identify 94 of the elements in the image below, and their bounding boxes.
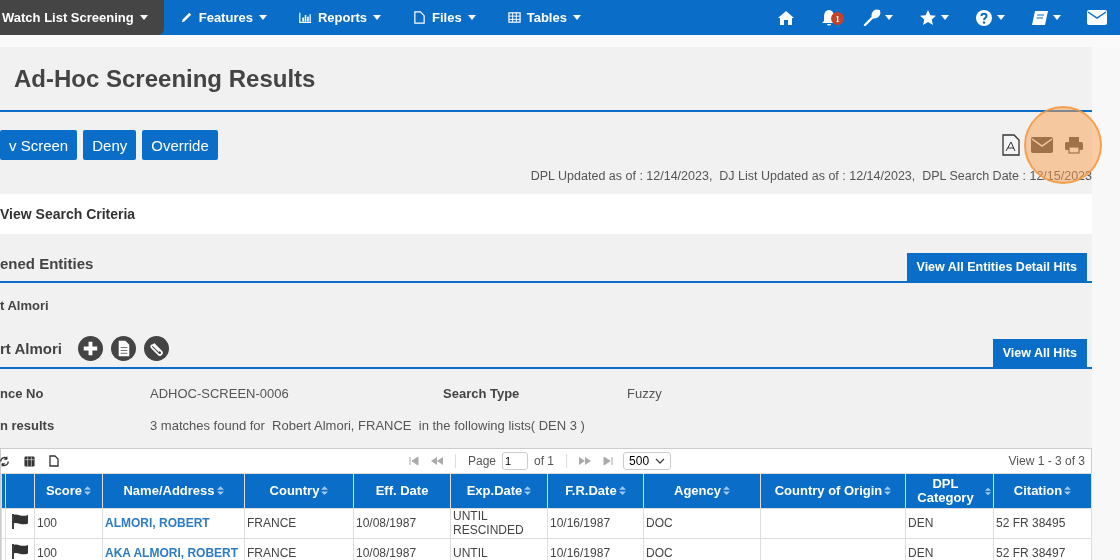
nav-menu[interactable]: Reports bbox=[282, 0, 398, 35]
entity-name: t Almori bbox=[0, 297, 50, 315]
page-input[interactable]: 1 bbox=[502, 452, 529, 470]
sort-icon bbox=[216, 486, 224, 496]
table-cell: 10/08/1987 bbox=[356, 515, 417, 530]
table-cell: DEN bbox=[908, 545, 934, 560]
section-title: ened Entities bbox=[0, 255, 94, 272]
search-criteria-panel[interactable]: View Search Criteria bbox=[0, 194, 1092, 234]
sort-icon bbox=[723, 486, 730, 496]
view-entities-hits-button[interactable]: View All Entities Detail Hits bbox=[906, 253, 1087, 281]
pencil-icon bbox=[179, 11, 193, 24]
nav-icon-button[interactable]: 1 bbox=[808, 0, 850, 35]
column-header[interactable]: DPL Category bbox=[905, 473, 994, 509]
table-cell: 52 FR 38495 bbox=[996, 515, 1066, 530]
caret-icon bbox=[885, 15, 893, 20]
page-size-select[interactable]: 500 bbox=[623, 452, 672, 470]
caret-icon bbox=[258, 15, 267, 20]
column-header[interactable]: Agency bbox=[643, 473, 761, 509]
field-value: Fuzzy bbox=[627, 385, 662, 401]
bar-chart-icon bbox=[298, 11, 312, 24]
field-label: n results bbox=[0, 417, 56, 433]
action-button[interactable]: Override bbox=[142, 130, 218, 160]
table-cell: UNTIL RESCINDED bbox=[453, 509, 524, 537]
column-header[interactable]: F.R.Date bbox=[547, 473, 644, 509]
field-value: 3 matches found for Robert Almori, FRANCE in the following lists( DEN 3 ) bbox=[150, 417, 585, 433]
nav-menu[interactable]: Watch List Screening bbox=[0, 0, 164, 35]
help-icon bbox=[975, 8, 993, 27]
caret-icon bbox=[941, 15, 949, 20]
table-cell: 10/08/1987 bbox=[356, 545, 417, 560]
column-header[interactable]: Country bbox=[244, 473, 354, 509]
caret-icon bbox=[572, 15, 581, 20]
document-icon[interactable] bbox=[110, 335, 136, 361]
sort-icon bbox=[1064, 486, 1072, 496]
action-button[interactable]: Deny bbox=[83, 130, 137, 160]
chevron-down-icon bbox=[655, 458, 666, 464]
refresh-icon[interactable] bbox=[0, 455, 10, 467]
sort-icon bbox=[524, 486, 532, 496]
sort-icon bbox=[984, 486, 991, 496]
caret-icon bbox=[373, 15, 382, 20]
nav-menu[interactable]: Files bbox=[397, 0, 492, 35]
print-icon[interactable] bbox=[1064, 136, 1084, 154]
mail-icon bbox=[1087, 10, 1107, 25]
paperclip-icon[interactable] bbox=[143, 335, 169, 361]
column-header[interactable]: Score bbox=[34, 473, 103, 509]
sort-icon bbox=[884, 486, 892, 496]
column-header[interactable]: Eff. Date bbox=[353, 473, 451, 509]
table-icon bbox=[507, 11, 521, 24]
nav-menu[interactable]: Features bbox=[163, 0, 283, 35]
sort-icon bbox=[321, 486, 329, 496]
columns-icon[interactable] bbox=[24, 455, 35, 467]
caret-icon bbox=[997, 15, 1005, 20]
book-icon bbox=[1031, 9, 1049, 26]
table-cell: 10/16/1987 bbox=[550, 515, 611, 530]
file-icon bbox=[413, 11, 427, 24]
table-cell: DOC bbox=[646, 515, 673, 530]
sort-icon bbox=[84, 486, 92, 496]
export-icon[interactable] bbox=[49, 455, 59, 467]
add-icon[interactable] bbox=[77, 335, 103, 361]
home-icon bbox=[777, 9, 795, 26]
flag-icon[interactable] bbox=[11, 514, 29, 530]
field-value: ADHOC-SCREEN-0006 bbox=[150, 385, 290, 401]
record-count: View 1 - 3 of 3 bbox=[1008, 454, 1085, 468]
table-cell: 10/16/1987 bbox=[550, 545, 611, 560]
action-button[interactable]: v Screen bbox=[0, 130, 78, 160]
caret-icon bbox=[1053, 15, 1061, 20]
nav-menu[interactable]: Tables bbox=[491, 0, 597, 35]
pdf-icon[interactable] bbox=[1002, 134, 1020, 156]
table-cell: 100 bbox=[37, 545, 58, 560]
entity-title: rt Almori bbox=[0, 339, 62, 357]
view-all-hits-button[interactable]: View All Hits bbox=[992, 339, 1087, 367]
page-title: Ad-Hoc Screening Results bbox=[14, 64, 316, 93]
flag-icon[interactable] bbox=[11, 544, 29, 560]
page-label: Page bbox=[468, 454, 497, 468]
star-icon bbox=[919, 9, 937, 26]
notification-badge: 1 bbox=[831, 12, 844, 25]
table-cell: DOC bbox=[646, 545, 673, 560]
table-cell: 52 FR 38497 bbox=[996, 545, 1066, 560]
table-cell: FRANCE bbox=[247, 545, 297, 560]
caret-icon bbox=[139, 15, 148, 20]
table-cell: DEN bbox=[908, 515, 934, 530]
table-cell: UNTIL bbox=[453, 545, 488, 560]
column-header[interactable]: Citation bbox=[993, 473, 1092, 509]
column-header[interactable]: Name/Address bbox=[102, 473, 245, 509]
field-label: nce No bbox=[0, 385, 45, 401]
column-header[interactable]: Exp.Date bbox=[450, 473, 548, 509]
sort-icon bbox=[618, 486, 626, 496]
mail-icon[interactable] bbox=[1031, 137, 1053, 153]
field-label: Search Type bbox=[443, 385, 521, 401]
list-dates: DPL Updated as of : 12/14/2023, DJ List Updated as of : 12/14/2023, DPL Search Date : 12/15/2023 bbox=[529, 169, 1092, 185]
column-header[interactable]: Country of Origin bbox=[760, 473, 906, 509]
page-total: of 1 bbox=[534, 454, 555, 468]
table-cell: FRANCE bbox=[247, 515, 297, 530]
table-cell: 100 bbox=[37, 515, 58, 530]
caret-icon bbox=[467, 15, 476, 20]
